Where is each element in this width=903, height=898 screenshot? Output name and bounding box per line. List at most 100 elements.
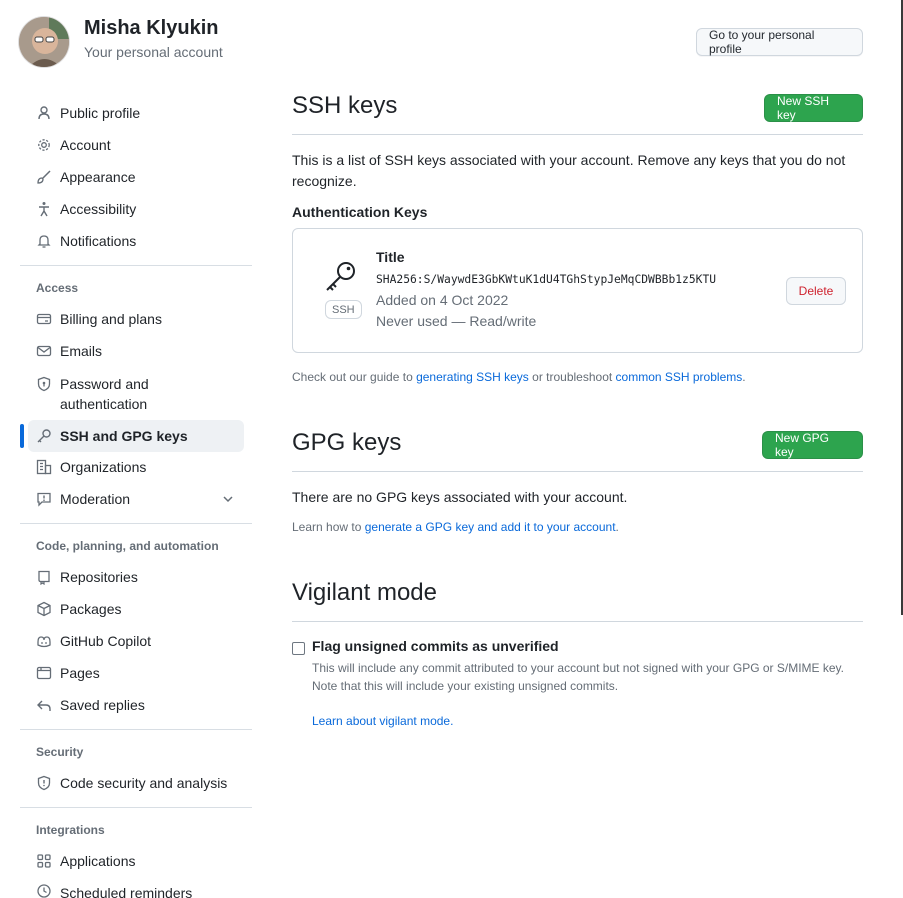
accessibility-icon (39, 202, 49, 217)
sidebar-item-label: Accessibility (60, 201, 137, 217)
ssh-key-item (292, 228, 863, 353)
sidebar-item-label: Moderation (60, 491, 131, 507)
ssh-guide-text: Check out our guide to generating SSH ke… (292, 370, 746, 384)
package-icon (37, 601, 51, 617)
section-divider (292, 621, 863, 622)
key-icon (37, 429, 51, 443)
sidebar-item-scheduled-reminders[interactable]: Scheduled reminders (28, 877, 244, 898)
gpg-learn-suffix: . (615, 520, 619, 534)
reply-icon (37, 700, 51, 711)
sidebar-item-label: Billing and plans (60, 311, 162, 327)
ssh-badge: SSH (325, 300, 362, 319)
sidebar-item-billing[interactable]: Billing and plans (28, 303, 244, 335)
gear-icon (38, 139, 50, 151)
sidebar-item-label: Applications (60, 853, 136, 869)
sidebar-item-moderation[interactable]: Moderation (28, 483, 244, 515)
gpg-learn-text: Learn how to generate a GPG key and add … (292, 520, 619, 534)
ssh-key-usage: Never used — Read/write (376, 313, 537, 329)
sidebar-item-label: Appearance (60, 169, 136, 185)
sidebar-item-label: Pages (60, 665, 100, 681)
ssh-key-fingerprint: SHA256:S/WaywdE3GbKWtuK1dU4TGhStypJeMqCD… (376, 273, 717, 286)
sidebar-item-accessibility[interactable]: Accessibility (28, 193, 244, 225)
avatar-image (19, 17, 69, 67)
clock-icon (37, 884, 51, 898)
key-icon (326, 262, 355, 291)
sidebar-item-label: Saved replies (60, 697, 145, 713)
user-name: Misha Klyukin (84, 17, 219, 39)
avatar[interactable] (19, 17, 69, 67)
generating-ssh-keys-link[interactable]: generating SSH keys (416, 370, 529, 384)
sidebar-item-label: Account (60, 137, 111, 153)
sidebar-item-saved-replies[interactable]: Saved replies (28, 689, 244, 721)
sidebar-item-password-authentication[interactable]: Password and authentication (28, 372, 244, 414)
ssh-key-added-date: Added on 4 Oct 2022 (376, 292, 509, 308)
new-gpg-key-button[interactable]: New GPG key (762, 431, 863, 459)
sidebar-heading-integrations: Integrations (36, 823, 105, 837)
mail-icon (36, 345, 52, 357)
ssh-guide-suffix: . (742, 370, 746, 384)
flag-unsigned-commits-label[interactable]: Flag unsigned commits as unverified (312, 638, 559, 654)
sidebar-item-pages[interactable]: Pages (28, 657, 244, 689)
sidebar-item-appearance[interactable]: Appearance (28, 161, 244, 193)
authentication-keys-heading: Authentication Keys (292, 204, 428, 220)
common-ssh-problems-link[interactable]: common SSH problems (616, 370, 743, 384)
ssh-key-title: Title (376, 249, 405, 265)
go-to-profile-button[interactable]: Go to your personal profile (696, 28, 863, 56)
flag-unsigned-commits-checkbox[interactable] (292, 642, 305, 655)
sidebar-item-repositories[interactable]: Repositories (28, 561, 244, 593)
sidebar-item-packages[interactable]: Packages (28, 593, 244, 625)
copilot-icon (37, 636, 51, 648)
sidebar-item-label: Scheduled reminders (60, 885, 193, 898)
sidebar-item-label: Organizations (60, 459, 147, 475)
sidebar-item-copilot[interactable]: GitHub Copilot (28, 625, 244, 657)
chevron-down-icon[interactable] (220, 491, 236, 507)
sidebar-item-code-security[interactable]: Code security and analysis (28, 767, 244, 799)
sidebar-divider (20, 729, 252, 730)
sidebar-item-ssh-gpg-keys[interactable]: SSH and GPG keys (28, 420, 244, 452)
sidebar-item-label: Emails (60, 343, 103, 359)
sidebar-heading-code: Code, planning, and automation (36, 539, 219, 553)
active-indicator (20, 424, 24, 448)
sidebar-heading-security: Security (36, 745, 84, 759)
browser-icon (36, 666, 52, 680)
sidebar-item-organizations[interactable]: Organizations (28, 451, 244, 483)
sidebar-heading-access: Access (36, 281, 79, 295)
sidebar-item-label: Repositories (60, 569, 138, 585)
sidebar-item-notifications[interactable]: Notifications (28, 225, 244, 257)
sidebar-item-public-profile[interactable]: Public profile (28, 97, 244, 129)
user-subtitle: Your personal account (84, 44, 223, 60)
person-icon (38, 106, 50, 120)
learn-vigilant-mode-link[interactable]: Learn about vigilant mode. (312, 714, 453, 728)
apps-icon (37, 854, 51, 868)
sidebar-item-account[interactable]: Account (28, 129, 244, 161)
shield-icon (37, 775, 51, 791)
ssh-description: This is a list of SSH keys associated wi… (292, 152, 846, 189)
ssh-keys-title: SSH keys (292, 92, 398, 119)
sidebar-divider (20, 265, 252, 266)
vigilant-mode-note: This will include any commit attributed … (312, 661, 845, 693)
vigilant-mode-title: Vigilant mode (292, 579, 437, 606)
generate-gpg-key-link[interactable]: generate a GPG key and add it to your ac… (365, 520, 616, 534)
bell-icon (37, 235, 51, 248)
repo-icon (38, 570, 50, 585)
delete-ssh-key-button[interactable]: Delete (786, 277, 846, 305)
sidebar-item-label: Password and authentication (60, 376, 149, 412)
sidebar-divider (20, 523, 252, 524)
section-divider (292, 134, 863, 135)
ssh-guide-prefix: Check out our guide to (292, 370, 417, 384)
new-ssh-key-button[interactable]: New SSH key (764, 94, 863, 122)
sidebar-item-label: Public profile (60, 105, 141, 121)
ssh-guide-middle: or troubleshoot (528, 370, 616, 384)
sidebar-item-emails[interactable]: Emails (28, 335, 244, 367)
sidebar-item-label: SSH and GPG keys (60, 428, 188, 444)
credit-card-icon (36, 313, 52, 325)
sidebar-divider (20, 807, 252, 808)
gpg-empty-text: There are no GPG keys associated with yo… (292, 489, 628, 505)
sidebar-item-applications[interactable]: Applications (28, 845, 244, 877)
sidebar-item-label: Code security and analysis (60, 775, 228, 791)
sidebar-item-label: Notifications (60, 233, 137, 249)
paintbrush-icon (37, 170, 51, 184)
report-icon (37, 492, 51, 507)
gpg-keys-title: GPG keys (292, 429, 402, 456)
section-divider (292, 471, 863, 472)
